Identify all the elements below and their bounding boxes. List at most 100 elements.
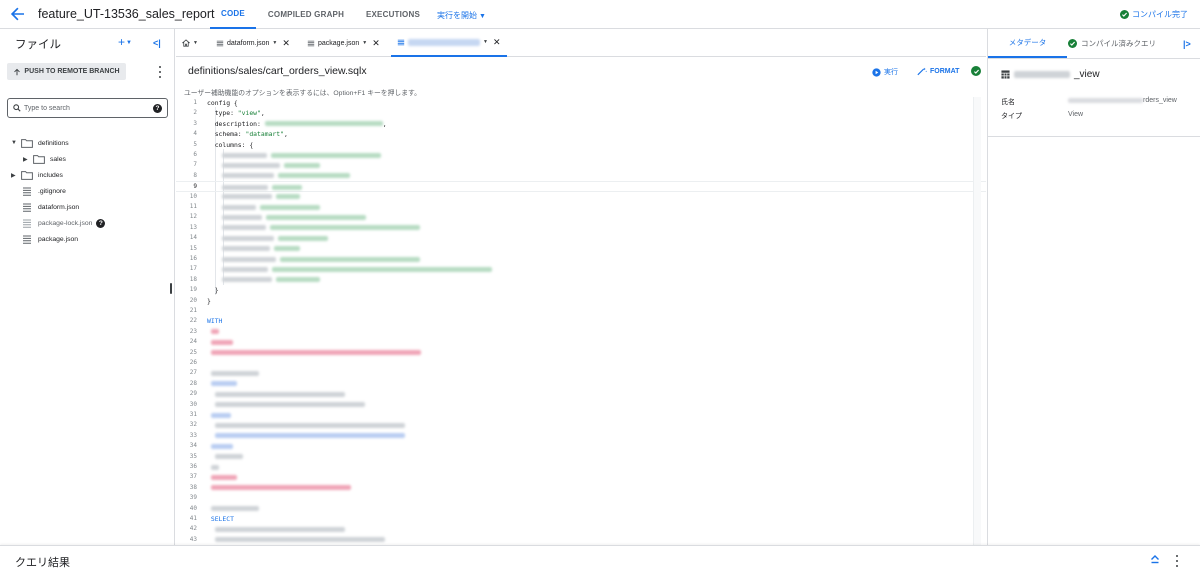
code-line[interactable]: 5 columns: { <box>176 140 986 150</box>
start-execution-label: 実行を開始 <box>437 11 477 20</box>
more-options-icon[interactable] <box>158 66 162 78</box>
code-line[interactable]: 28 <box>176 379 986 389</box>
line-number: 38 <box>189 483 197 491</box>
code-line[interactable]: 35 <box>176 452 986 462</box>
code-line[interactable]: 42 <box>176 524 986 534</box>
tree-item-package-lock-json[interactable]: package-lock.json ? <box>21 216 106 230</box>
tab-dataform-json[interactable]: dataform.json ▼ ✕ <box>216 29 290 57</box>
code-line[interactable]: 29 <box>176 389 986 399</box>
close-tab-icon[interactable]: ✕ <box>282 38 290 49</box>
line-number: 19 <box>189 286 197 294</box>
help-icon[interactable]: ? <box>153 104 162 113</box>
code-line[interactable]: 11 <box>176 202 986 212</box>
add-file-button[interactable]: +▼ <box>118 35 132 49</box>
tree-item-gitignore[interactable]: .gitignore <box>21 184 66 198</box>
tree-item-package-json[interactable]: package.json <box>21 232 78 246</box>
code-line[interactable]: 15 <box>176 244 986 254</box>
code-line[interactable]: 3 description: , <box>176 119 986 129</box>
line-number: 11 <box>189 203 197 210</box>
code-line[interactable]: 14 <box>176 233 986 243</box>
code-line[interactable]: 30 <box>176 400 986 410</box>
editor-scrollbar[interactable] <box>973 97 981 545</box>
code-line[interactable]: 7 <box>176 160 986 170</box>
code-line[interactable]: 12 <box>176 212 986 222</box>
code-text <box>207 431 405 441</box>
back-arrow-icon[interactable] <box>9 5 27 23</box>
code-text <box>207 233 329 243</box>
caret-down-icon[interactable]: ▼ <box>483 39 488 45</box>
file-lines-icon <box>23 203 31 212</box>
code-line[interactable]: 38 <box>176 483 986 493</box>
code-line[interactable]: 40 <box>176 504 986 514</box>
code-line[interactable]: 13 <box>176 223 986 233</box>
caret-down-icon[interactable]: ▼ <box>272 40 277 46</box>
code-line[interactable]: 16 <box>176 254 986 264</box>
line-number: 35 <box>189 452 197 460</box>
code-line[interactable]: 26 <box>176 358 986 368</box>
tree-item-sales[interactable]: ▶ sales <box>23 152 66 166</box>
tab-compiled-graph[interactable]: COMPILED GRAPH <box>262 0 350 29</box>
tab-package-json[interactable]: package.json ▼ ✕ <box>307 29 380 57</box>
code-line[interactable]: 31 <box>176 410 986 420</box>
file-lines-icon <box>23 235 31 244</box>
push-button-label: PUSH TO REMOTE BRANCH <box>24 68 120 75</box>
code-line[interactable]: 19 } <box>176 285 986 295</box>
start-execution-menu[interactable]: 実行を開始 ▼ <box>437 10 486 21</box>
code-line[interactable]: 17 <box>176 264 986 274</box>
code-line[interactable]: 1 config { <box>176 98 986 108</box>
collapse-panel-icon[interactable]: <| <box>153 38 161 48</box>
tree-item-definitions[interactable]: ▼ definitions <box>11 136 69 150</box>
code-line[interactable]: 41 SELECT <box>176 514 986 524</box>
code-line[interactable]: 4 schema: "datamart", <box>176 129 986 139</box>
tab-cart-orders-view[interactable]: ▼ ✕ <box>391 29 507 57</box>
code-line[interactable]: 2 type: "view", <box>176 108 986 118</box>
tab-metadata[interactable]: メタデータ <box>988 29 1067 58</box>
home-tab[interactable]: ▼ <box>182 29 198 57</box>
code-line[interactable]: 27 <box>176 368 986 378</box>
expand-up-icon[interactable] <box>1150 554 1160 564</box>
code-text <box>207 535 385 545</box>
close-tab-icon[interactable]: ✕ <box>493 37 501 48</box>
code-line[interactable]: 24 <box>176 337 986 347</box>
more-options-icon[interactable] <box>1175 555 1179 567</box>
folder-icon <box>21 170 33 180</box>
code-line[interactable]: 25 <box>176 348 986 358</box>
code-line[interactable]: 8 <box>176 171 986 181</box>
code-line[interactable]: 34 <box>176 441 986 451</box>
tab-compiled-query[interactable]: コンパイル済みクエリ <box>1068 29 1156 58</box>
redacted-table-name <box>1014 71 1070 78</box>
code-line[interactable]: 9 <box>176 181 986 192</box>
code-line[interactable]: 37 <box>176 472 986 482</box>
format-button[interactable]: FORMAT <box>917 67 959 76</box>
tree-item-includes[interactable]: ▶ includes <box>11 168 63 182</box>
code-line[interactable]: 18 <box>176 275 986 285</box>
line-number: 27 <box>189 369 197 377</box>
caret-down-icon[interactable]: ▼ <box>362 40 367 46</box>
tree-item-dataform-json[interactable]: dataform.json <box>21 200 79 214</box>
left-resize-handle[interactable] <box>170 283 172 294</box>
code-line[interactable]: 43 <box>176 535 986 545</box>
tab-label: メタデータ <box>1008 38 1047 47</box>
push-to-remote-branch-button[interactable]: PUSH TO REMOTE BRANCH <box>7 63 126 80</box>
code-line[interactable]: 6 <box>176 150 986 160</box>
code-line[interactable]: 23 <box>176 327 986 337</box>
close-tab-icon[interactable]: ✕ <box>372 38 380 49</box>
help-icon[interactable]: ? <box>96 218 106 228</box>
code-line[interactable]: 22 WITH <box>176 316 986 326</box>
tab-code[interactable]: CODE <box>210 0 256 29</box>
search-input[interactable] <box>24 102 149 114</box>
code-line[interactable]: 21 <box>176 306 986 316</box>
code-line[interactable]: 32 <box>176 420 986 430</box>
code-line[interactable]: 33 <box>176 431 986 441</box>
expand-panel-icon[interactable]: |> <box>1183 39 1191 49</box>
table-title-suffix: _view <box>1074 69 1100 80</box>
run-button[interactable]: 実行 <box>872 67 898 77</box>
code-line[interactable]: 39 <box>176 493 986 503</box>
code-line[interactable]: 36 <box>176 462 986 472</box>
tab-executions[interactable]: EXECUTIONS <box>360 0 426 29</box>
code-text <box>207 202 321 212</box>
code-line[interactable]: 10 <box>176 192 986 202</box>
code-area[interactable]: 1 config {2 type: "view", 3 description: ,… <box>176 97 986 545</box>
code-line[interactable]: 20} <box>176 296 986 306</box>
code-text <box>207 368 259 378</box>
